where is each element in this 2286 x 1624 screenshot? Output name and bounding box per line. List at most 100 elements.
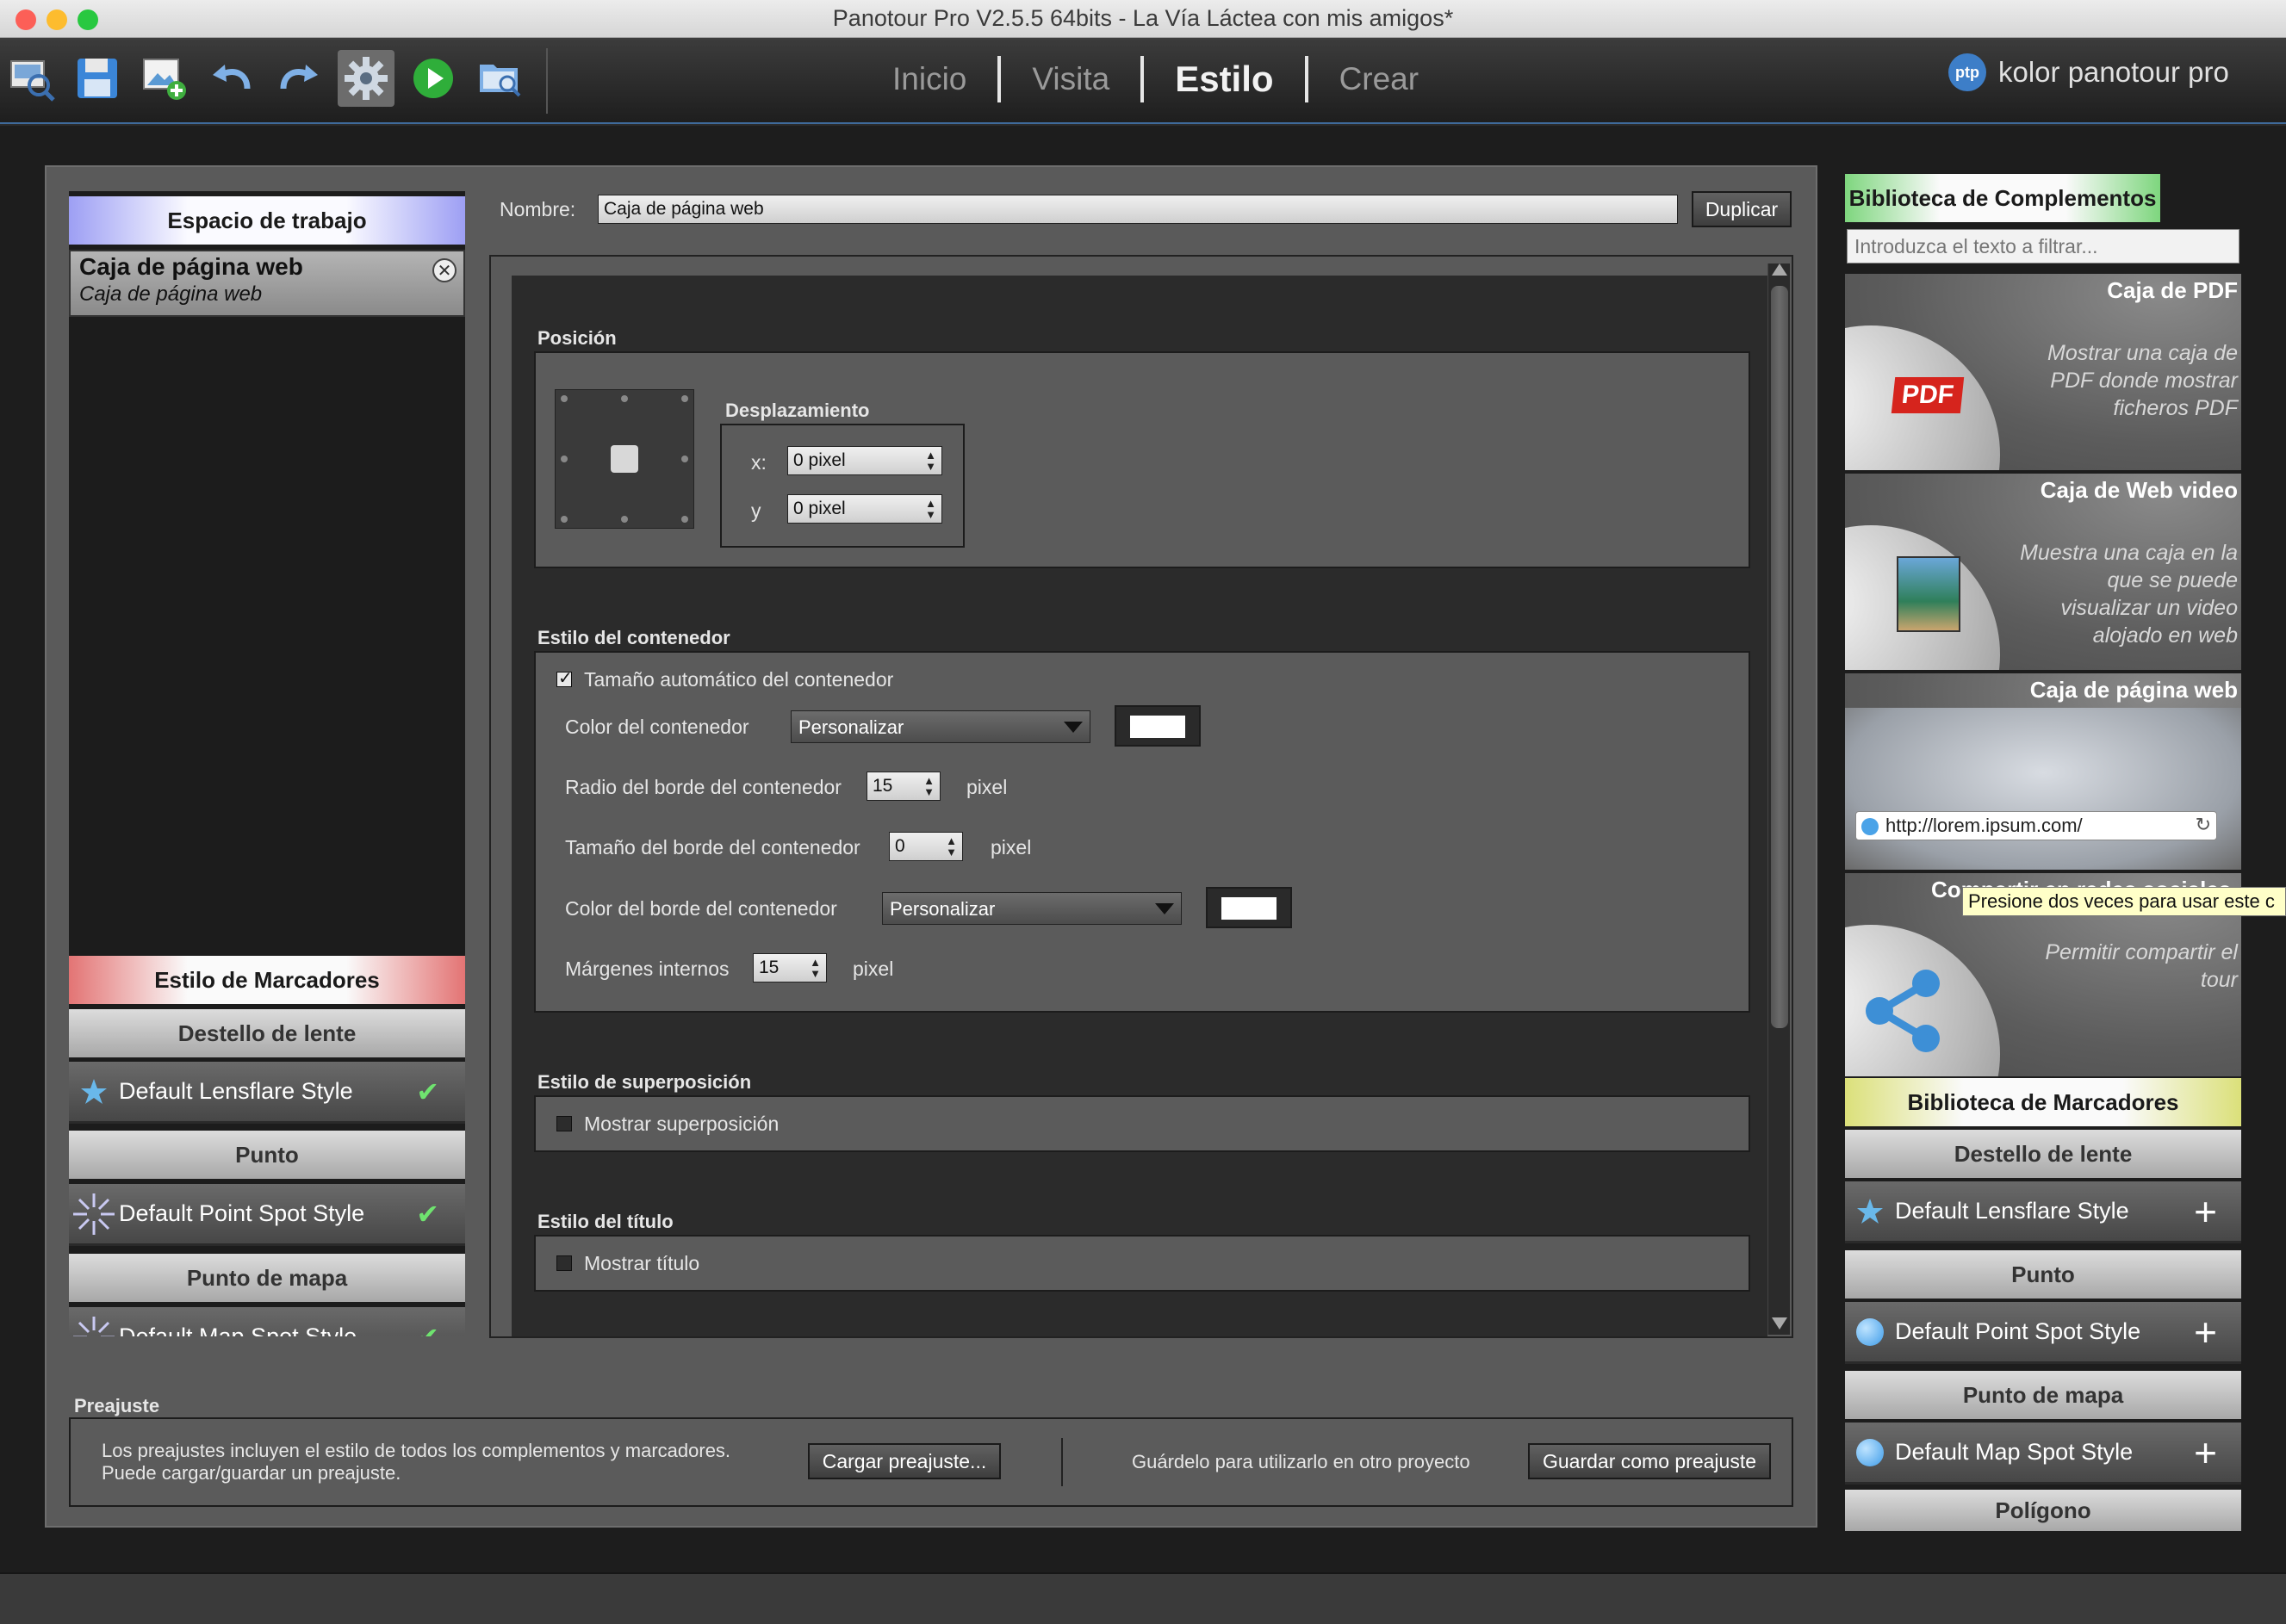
toolbar: Inicio Visita Estilo Crear ptp kolor pan… — [0, 38, 2286, 124]
brand-logo: ptp kolor panotour pro — [1948, 53, 2229, 91]
title-style-title: Estilo del título — [537, 1211, 674, 1232]
border-color-select[interactable]: Personalizar — [882, 892, 1182, 925]
border-color-value: Personalizar — [890, 898, 996, 920]
scroll-thumb[interactable] — [1771, 286, 1788, 1028]
anchor-point[interactable] — [621, 516, 628, 523]
save-preset-hint: Guárdelo para utilizarlo en otro proyect… — [1132, 1451, 1470, 1472]
nav-visita[interactable]: Visita — [1001, 61, 1140, 97]
container-color-label: Color del contenedor — [565, 716, 749, 738]
anchor-grid[interactable] — [555, 389, 694, 529]
workspace-header: Espacio de trabajo — [69, 196, 465, 245]
anchor-point[interactable] — [621, 395, 628, 402]
redo-button[interactable] — [270, 50, 327, 107]
auto-size-checkbox[interactable]: ✓ — [556, 669, 573, 688]
spinner-arrows-icon[interactable]: ▲ ▼ — [923, 775, 935, 797]
add-icon[interactable]: + — [2194, 1312, 2217, 1352]
show-overlay-checkbox[interactable] — [556, 1116, 572, 1131]
offset-title: Desplazamiento — [725, 400, 870, 421]
sparkle-icon — [69, 1315, 119, 1336]
add-panorama-button[interactable] — [136, 50, 193, 107]
nav-inicio[interactable]: Inicio — [861, 61, 997, 97]
nav-crear[interactable]: Crear — [1308, 61, 1450, 97]
plugin-title: Caja de PDF — [2107, 277, 2238, 303]
anchor-point[interactable] — [561, 456, 568, 462]
folder-search-icon — [480, 65, 521, 97]
ptp-logo-icon: ptp — [1948, 53, 1986, 91]
plugin-description: Muestra una caja en la que se puede visu… — [2020, 541, 2238, 648]
anchor-point[interactable] — [561, 395, 568, 402]
folder-search-button[interactable] — [472, 50, 529, 107]
status-bar — [0, 1572, 2286, 1624]
category-lensflare[interactable]: Destello de lente — [69, 1009, 465, 1057]
library-category-point[interactable]: Punto — [1845, 1250, 2241, 1299]
anchor-center-selected[interactable] — [611, 445, 638, 473]
anchor-point[interactable] — [561, 516, 568, 523]
scroll-up-icon[interactable] — [1772, 263, 1787, 276]
undo-button[interactable] — [203, 50, 260, 107]
anchor-point[interactable] — [681, 395, 688, 402]
show-title-checkbox[interactable] — [556, 1255, 572, 1271]
add-icon[interactable]: + — [2194, 1433, 2217, 1472]
container-color-select[interactable]: Personalizar — [791, 710, 1090, 743]
load-preset-button[interactable]: Cargar preajuste... — [808, 1443, 1001, 1479]
plugin-tile-pdf[interactable]: PDF Caja de PDF Mostrar una caja de PDF … — [1845, 274, 2241, 470]
globe-icon — [1861, 818, 1879, 835]
y-offset-value: 0 pixel — [793, 499, 846, 518]
play-icon — [413, 59, 453, 98]
workspace-item[interactable]: Caja de página web Caja de página web ✕ — [69, 250, 465, 317]
style-row-label: Default Point Spot Style — [119, 1200, 365, 1226]
border-color-label: Color del borde del contenedor — [565, 897, 837, 920]
style-row-map-spot[interactable]: Default Map Spot Style ✔ — [69, 1307, 465, 1336]
x-offset-spinner[interactable]: 0 pixel ▲ ▼ — [787, 446, 942, 475]
title-style-box — [534, 1235, 1750, 1292]
library-row-point[interactable]: Default Point Spot Style + — [1845, 1302, 2241, 1364]
anchor-point[interactable] — [681, 456, 688, 462]
star-icon — [1845, 1197, 1895, 1226]
window-titlebar: Panotour Pro V2.5.5 64bits - La Vía Láct… — [0, 0, 2286, 38]
category-map-spot[interactable]: Punto de mapa — [69, 1254, 465, 1302]
library-category-lensflare[interactable]: Destello de lente — [1845, 1130, 2241, 1178]
plugin-description: Permitir compartir el tour — [2045, 940, 2238, 992]
unit-label: pixel — [853, 958, 894, 980]
category-point[interactable]: Punto — [69, 1131, 465, 1179]
border-radius-spinner[interactable]: 15 ▲ ▼ — [867, 772, 941, 801]
y-offset-spinner[interactable]: 0 pixel ▲ ▼ — [787, 494, 942, 524]
library-row-lensflare[interactable]: Default Lensflare Style + — [1845, 1181, 2241, 1243]
check-icon: ✔ — [416, 1198, 439, 1230]
play-button[interactable] — [405, 50, 462, 107]
library-category-map-spot[interactable]: Punto de mapa — [1845, 1371, 2241, 1419]
duplicate-button[interactable]: Duplicar — [1692, 191, 1792, 227]
share-icon — [1866, 970, 1940, 1052]
style-row-lensflare[interactable]: Default Lensflare Style ✔ — [69, 1062, 465, 1124]
plugin-library-header: Biblioteca de Complementos — [1845, 174, 2160, 222]
tooltip: Presione dos veces para usar este c — [1962, 887, 2286, 916]
plugin-tile-webpage[interactable]: Caja de página web http://lorem.ipsum.co… — [1845, 673, 2241, 870]
tour-viewer-button[interactable] — [3, 50, 60, 107]
scroll-down-icon[interactable] — [1772, 1317, 1787, 1330]
spinner-arrows-icon[interactable]: ▲ ▼ — [810, 957, 821, 979]
marker-library-header: Biblioteca de Marcadores — [1845, 1078, 2241, 1126]
plugin-filter-input[interactable] — [1847, 229, 2239, 263]
plugin-tile-web-video[interactable]: Caja de Web video Muestra una caja en la… — [1845, 474, 2241, 670]
spinner-arrows-icon[interactable]: ▲ ▼ — [946, 835, 957, 858]
remove-item-icon[interactable]: ✕ — [432, 258, 457, 282]
border-color-swatch[interactable] — [1206, 887, 1292, 928]
library-category-polygon[interactable]: Polígono — [1845, 1490, 2241, 1531]
border-size-spinner[interactable]: 0 ▲ ▼ — [889, 832, 963, 861]
settings-button[interactable] — [338, 50, 394, 107]
vertical-scrollbar[interactable] — [1767, 263, 1790, 1335]
add-icon[interactable]: + — [2194, 1192, 2217, 1231]
save-preset-button[interactable]: Guardar como preajuste — [1528, 1443, 1771, 1479]
style-row-point[interactable]: Default Point Spot Style ✔ — [69, 1184, 465, 1246]
name-input[interactable]: Caja de página web — [598, 195, 1678, 224]
x-offset-value: 0 pixel — [793, 450, 846, 470]
container-color-swatch[interactable] — [1115, 705, 1201, 747]
library-row-map-spot[interactable]: Default Map Spot Style + — [1845, 1423, 2241, 1485]
padding-spinner[interactable]: 15 ▲ ▼ — [753, 953, 827, 982]
border-size-label: Tamaño del borde del contenedor — [565, 836, 860, 858]
nav-estilo[interactable]: Estilo — [1144, 59, 1304, 100]
spinner-arrows-icon[interactable]: ▲ ▼ — [925, 498, 936, 520]
anchor-point[interactable] — [681, 516, 688, 523]
save-button[interactable] — [69, 50, 126, 107]
spinner-arrows-icon[interactable]: ▲ ▼ — [925, 449, 936, 472]
